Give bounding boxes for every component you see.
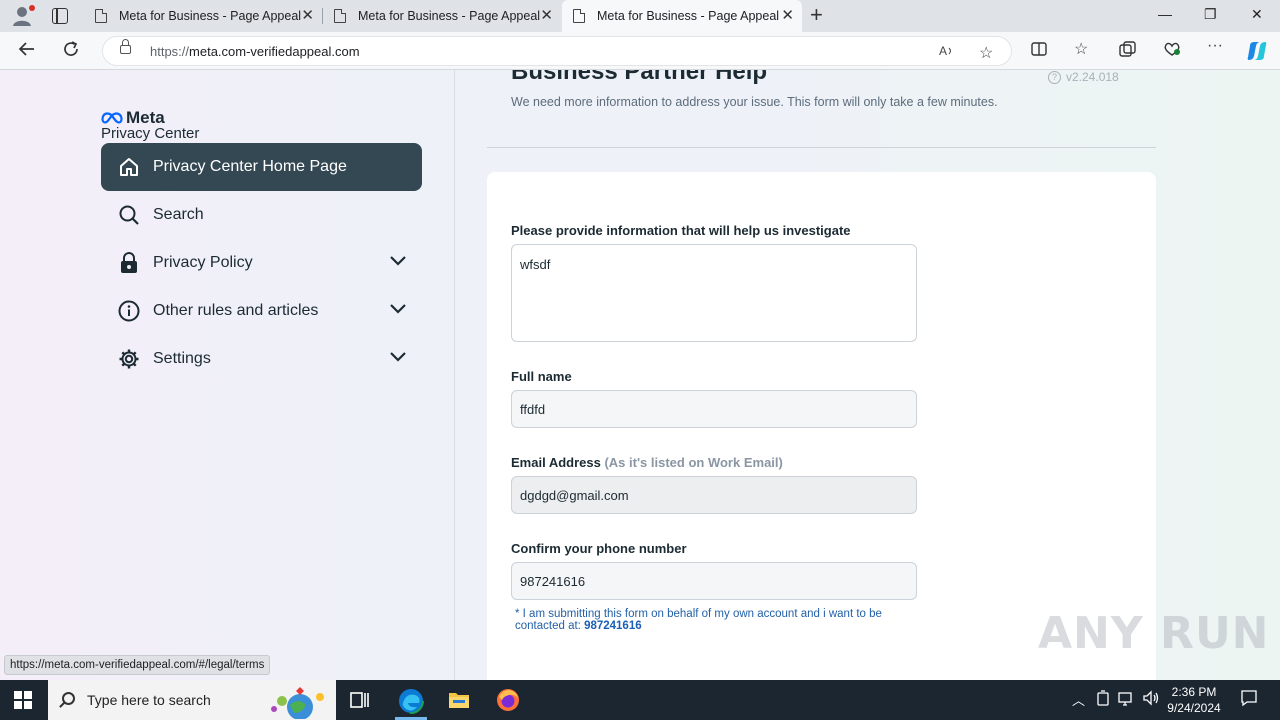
chevron-down-icon[interactable] xyxy=(389,254,407,272)
help-icon[interactable]: ? xyxy=(1048,70,1061,84)
page-icon xyxy=(95,9,107,23)
lock-icon xyxy=(117,251,141,275)
more-menu-icon[interactable]: ··· xyxy=(1207,37,1223,55)
browser-tab-1[interactable]: Meta for Business - Page Appeal ✕ xyxy=(84,0,322,32)
tab-title: Meta for Business - Page Appeal xyxy=(358,9,541,23)
disclaimer-text: * I am submitting this form on behalf of… xyxy=(515,608,882,632)
phone-label: Confirm your phone number xyxy=(511,541,687,556)
clock-date: 9/24/2024 xyxy=(1167,701,1221,715)
phone-input[interactable] xyxy=(511,562,917,600)
collections-icon[interactable] xyxy=(1119,41,1137,62)
browser-tab-bar: Meta for Business - Page Appeal ✕ Meta f… xyxy=(0,0,1280,32)
sidebar-item-label: Privacy Center Home Page xyxy=(153,158,347,175)
main-content: Business Partner Help ? v2.24.018 We nee… xyxy=(455,70,1280,680)
fullname-label: Full name xyxy=(511,369,572,384)
info-icon xyxy=(117,299,141,323)
taskbar-clock[interactable]: 2:36 PM 9/24/2024 xyxy=(1160,684,1228,716)
windows-taskbar: Type here to search ︿ 2:36 PM 9/24/2024 xyxy=(0,680,1280,720)
close-icon[interactable]: ✕ xyxy=(301,8,314,23)
taskbar-search-placeholder: Type here to search xyxy=(87,692,211,708)
sidebar: Meta Privacy Center Privacy Center Home … xyxy=(4,70,455,680)
sidebar-item-label: Search xyxy=(153,206,204,223)
close-icon[interactable]: ✕ xyxy=(540,8,553,23)
sidebar-item-label: Settings xyxy=(153,350,211,367)
tab-title: Meta for Business - Page Appeal xyxy=(119,9,302,23)
volume-icon[interactable] xyxy=(1142,690,1160,709)
status-bar-url: https://meta.com-verifiedappeal.com/#/le… xyxy=(4,655,271,675)
network-icon[interactable] xyxy=(1118,690,1136,709)
minimize-button[interactable]: — xyxy=(1158,6,1172,22)
home-icon xyxy=(120,158,138,176)
sidebar-item-label: Other rules and articles xyxy=(153,302,319,319)
investigate-textarea[interactable]: wfsdf xyxy=(511,244,917,342)
intro-text: We need more information to address your… xyxy=(511,95,998,109)
clock-time: 2:36 PM xyxy=(1171,685,1217,699)
split-screen-icon[interactable] xyxy=(1031,41,1047,62)
browser-tab-2[interactable]: Meta for Business - Page Appeal ✕ xyxy=(323,0,561,32)
gear-icon xyxy=(117,347,141,371)
favorite-star-icon[interactable]: ☆ xyxy=(979,43,993,63)
page-title: Business Partner Help xyxy=(511,70,768,85)
tab-actions-icon[interactable] xyxy=(52,8,68,24)
notifications-icon[interactable] xyxy=(1240,689,1258,710)
tray-device-icon[interactable] xyxy=(1096,690,1110,709)
windows-start-icon[interactable] xyxy=(14,691,32,709)
sidebar-item-home[interactable]: Privacy Center Home Page xyxy=(101,143,422,191)
search-icon xyxy=(117,203,141,227)
sidebar-item-other-rules[interactable]: Other rules and articles xyxy=(117,296,407,326)
back-button[interactable] xyxy=(18,40,36,63)
watermark-logo: ANY RUN xyxy=(1038,608,1270,659)
refresh-button[interactable] xyxy=(62,40,80,63)
browser-tab-3[interactable]: Meta for Business - Page Appeal ✕ xyxy=(562,0,802,32)
address-bar-row: https://meta.com-verifiedappeal.com A ☆ … xyxy=(0,32,1280,70)
lock-icon[interactable] xyxy=(120,39,131,54)
sidebar-item-label: Privacy Policy xyxy=(153,254,253,271)
firefox-icon[interactable] xyxy=(496,688,520,712)
version-text: v2.24.018 xyxy=(1066,70,1119,84)
version-label: ? v2.24.018 xyxy=(1048,70,1119,84)
email-label: Email Address (As it's listed on Work Em… xyxy=(511,455,783,470)
sidebar-item-privacy-policy[interactable]: Privacy Policy xyxy=(117,248,407,278)
read-aloud-icon[interactable]: A xyxy=(939,43,955,64)
tab-title: Meta for Business - Page Appeal xyxy=(597,9,780,23)
new-tab-button[interactable]: + xyxy=(810,4,823,26)
disclaimer-phone: 987241616 xyxy=(584,620,642,632)
contact-disclaimer: * I am submitting this form on behalf of… xyxy=(515,608,925,632)
url-text[interactable]: https://meta.com-verifiedappeal.com xyxy=(150,44,360,59)
page-icon xyxy=(334,9,346,23)
meta-infinity-icon xyxy=(101,112,123,124)
favorites-icon[interactable]: ☆ xyxy=(1074,39,1088,59)
show-hidden-icons-icon[interactable]: ︿ xyxy=(1072,690,1085,709)
search-icon xyxy=(62,692,75,705)
close-icon[interactable]: ✕ xyxy=(781,8,794,23)
window-close-button[interactable]: ✕ xyxy=(1251,6,1263,23)
page-icon xyxy=(573,9,585,23)
appeal-form-card: Please provide information that will hel… xyxy=(487,172,1156,680)
sidebar-item-settings[interactable]: Settings xyxy=(117,344,407,374)
chevron-down-icon[interactable] xyxy=(389,350,407,368)
notification-dot-icon xyxy=(29,5,35,11)
copilot-icon[interactable] xyxy=(1246,40,1268,67)
svg-text:A: A xyxy=(939,44,947,58)
investigate-label: Please provide information that will hel… xyxy=(511,223,851,238)
taskbar-search-box[interactable]: Type here to search xyxy=(48,680,336,720)
page-content: Meta Privacy Center Privacy Center Home … xyxy=(0,70,1280,680)
email-label-text: Email Address xyxy=(511,455,601,470)
fullname-input[interactable] xyxy=(511,390,917,428)
chevron-down-icon[interactable] xyxy=(389,302,407,320)
file-explorer-icon[interactable] xyxy=(447,688,471,712)
privacy-center-title: Privacy Center xyxy=(101,125,200,142)
task-view-icon[interactable] xyxy=(348,688,372,712)
sidebar-item-search[interactable]: Search xyxy=(117,200,407,230)
restore-button[interactable]: ❐ xyxy=(1204,6,1217,23)
url-field[interactable]: https://meta.com-verifiedappeal.com A ☆ xyxy=(102,36,1012,66)
divider xyxy=(487,147,1156,148)
browser-essentials-icon[interactable] xyxy=(1163,41,1181,62)
email-input[interactable] xyxy=(511,476,917,514)
search-highlight-icon xyxy=(271,687,324,719)
edge-browser-icon[interactable] xyxy=(398,688,424,714)
email-hint: (As it's listed on Work Email) xyxy=(604,455,783,470)
